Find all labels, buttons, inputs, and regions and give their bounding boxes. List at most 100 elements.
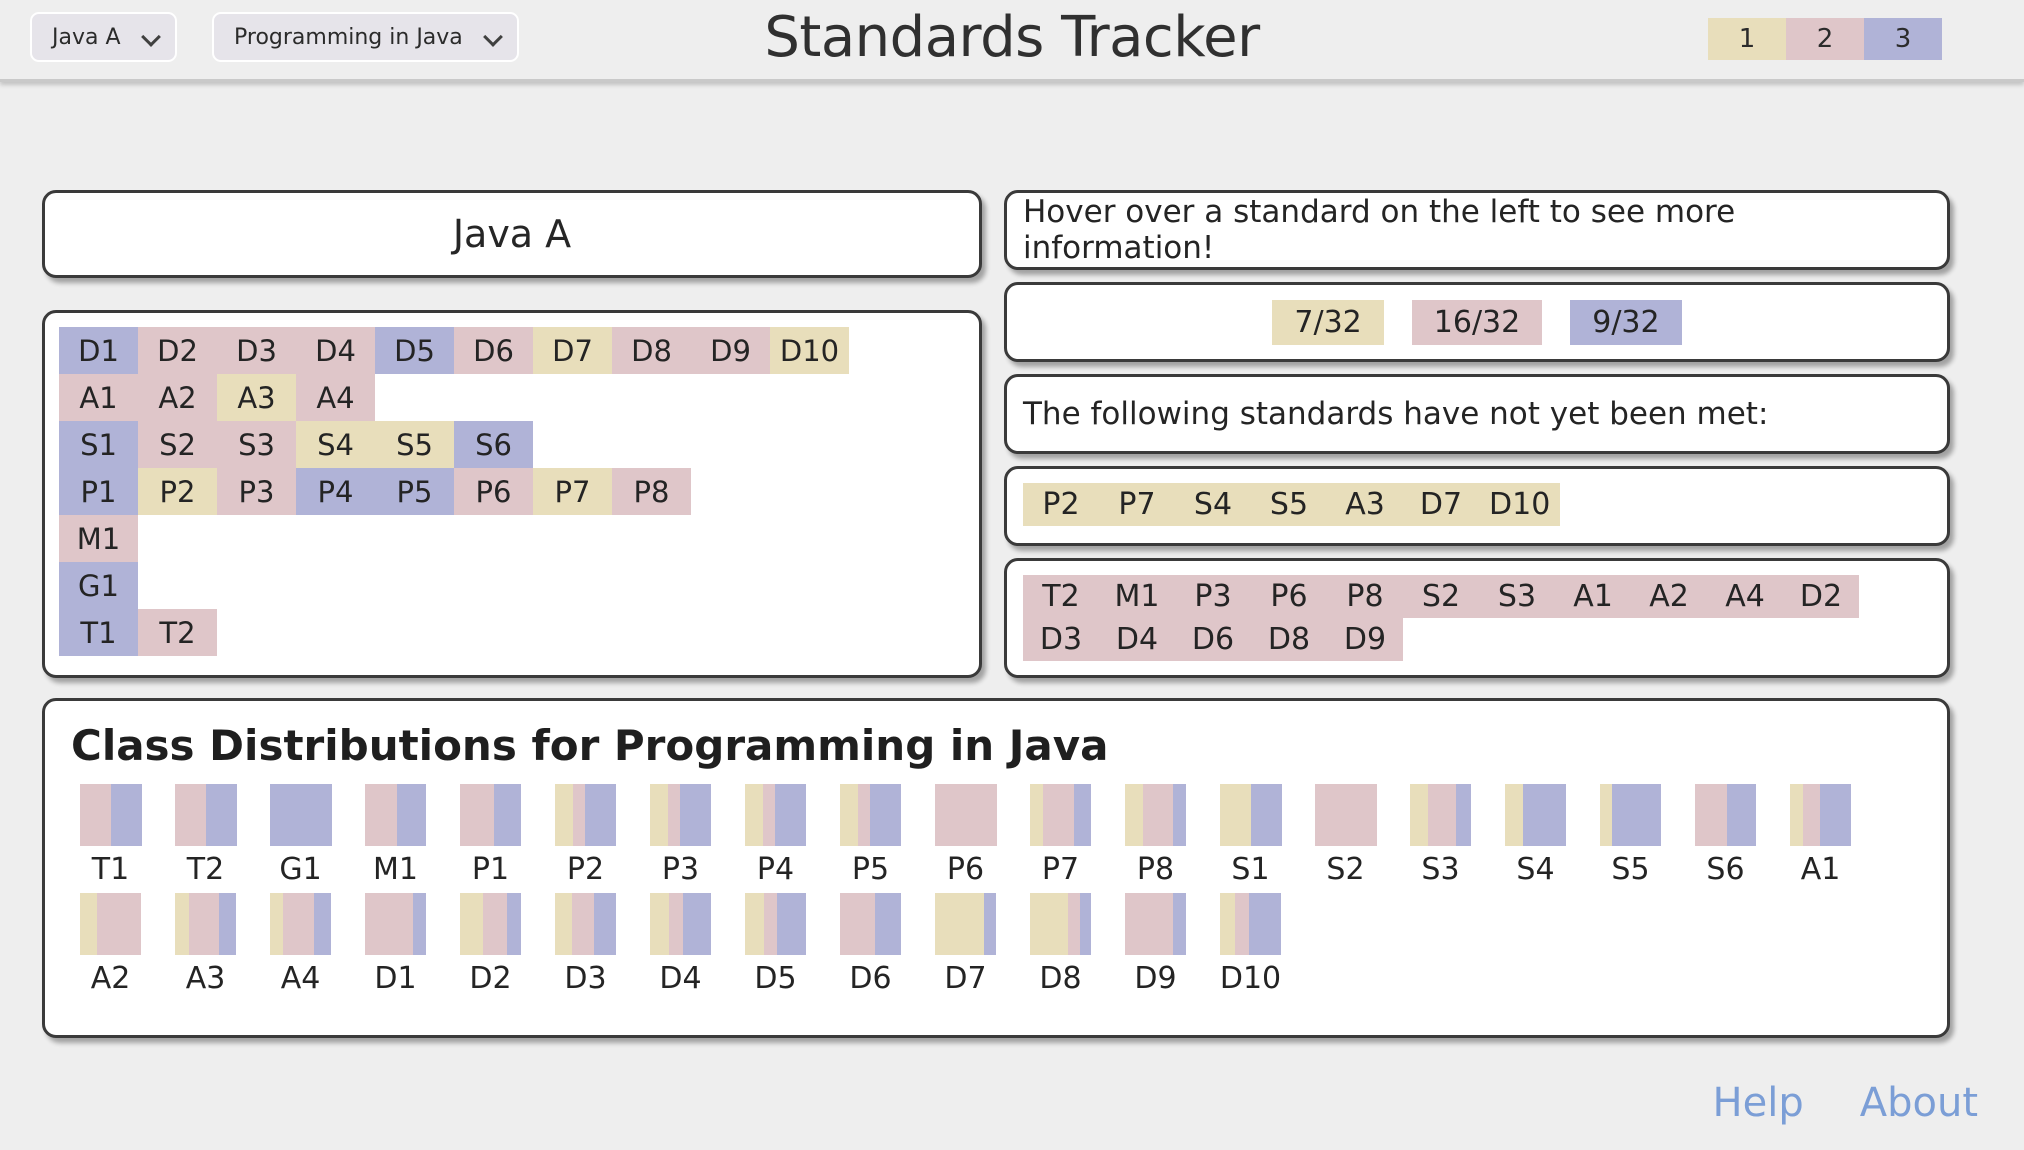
legend-chip-3[interactable]: 3: [1864, 18, 1942, 60]
standard-cell-P7[interactable]: P7: [533, 468, 612, 515]
course-select[interactable]: Programming in Java: [212, 12, 519, 62]
distribution-bar-A2[interactable]: [79, 893, 142, 955]
distribution-bar-M1[interactable]: [364, 784, 427, 846]
distribution-bar-P8[interactable]: [1124, 784, 1187, 846]
distribution-bar-A4[interactable]: [269, 893, 332, 955]
distribution-bar-P3[interactable]: [649, 784, 712, 846]
standard-cell-P8[interactable]: P8: [612, 468, 691, 515]
distribution-bar-P1[interactable]: [459, 784, 522, 846]
footer-link-help[interactable]: Help: [1713, 1080, 1804, 1126]
standard-cell-P5[interactable]: P5: [375, 468, 454, 515]
distribution-bar-S4[interactable]: [1504, 784, 1567, 846]
distribution-bar-D4[interactable]: [649, 893, 712, 955]
standard-cell-G1[interactable]: G1: [59, 562, 138, 609]
standard-cell-D1[interactable]: D1: [59, 327, 138, 374]
standard-cell-A4[interactable]: A4: [296, 374, 375, 421]
not-met-chip-D10[interactable]: D10: [1479, 483, 1561, 526]
not-met-chip-T2[interactable]: T2: [1023, 575, 1099, 618]
distribution-bar-P2[interactable]: [554, 784, 617, 846]
standard-cell-D3[interactable]: D3: [217, 327, 296, 374]
distribution-bar-D5[interactable]: [744, 893, 807, 955]
standard-cell-D2[interactable]: D2: [138, 327, 217, 374]
standard-cell-S3[interactable]: S3: [217, 421, 296, 468]
distribution-bar-D8[interactable]: [1029, 893, 1092, 955]
distribution-bar-P4[interactable]: [744, 784, 807, 846]
count-chip-level3[interactable]: 9/32: [1570, 299, 1682, 345]
distribution-item-P7: P7: [1013, 784, 1108, 887]
not-met-chip-P3[interactable]: P3: [1175, 575, 1251, 618]
distribution-bar-D10[interactable]: [1219, 893, 1282, 955]
not-met-chip-P6[interactable]: P6: [1251, 575, 1327, 618]
standard-cell-A3[interactable]: A3: [217, 374, 296, 421]
not-met-chip-P7[interactable]: P7: [1099, 483, 1175, 526]
distribution-item-D3: D3: [538, 893, 633, 996]
standard-cell-D10[interactable]: D10: [770, 327, 849, 374]
not-met-chip-S5[interactable]: S5: [1251, 483, 1327, 526]
count-chip-level1[interactable]: 7/32: [1272, 299, 1384, 345]
not-met-chip-A3[interactable]: A3: [1327, 483, 1403, 526]
standard-cell-S4[interactable]: S4: [296, 421, 375, 468]
distribution-bar-D7[interactable]: [934, 893, 997, 955]
not-met-chip-D6[interactable]: D6: [1175, 618, 1251, 661]
class-select[interactable]: Java A: [30, 12, 177, 62]
not-met-chip-D7[interactable]: D7: [1403, 483, 1479, 526]
standard-cell-T2[interactable]: T2: [138, 609, 217, 656]
not-met-chip-A2[interactable]: A2: [1631, 575, 1707, 618]
not-met-chip-S2[interactable]: S2: [1403, 575, 1479, 618]
distribution-bar-S2[interactable]: [1314, 784, 1377, 846]
standard-cell-P2[interactable]: P2: [138, 468, 217, 515]
legend-chip-1[interactable]: 1: [1708, 18, 1786, 60]
not-met-chip-A1[interactable]: A1: [1555, 575, 1631, 618]
distribution-label-D7: D7: [944, 961, 987, 996]
not-met-chip-D3[interactable]: D3: [1023, 618, 1099, 661]
standard-cell-S6[interactable]: S6: [454, 421, 533, 468]
footer-link-about[interactable]: About: [1860, 1080, 1978, 1126]
distribution-bar-D6[interactable]: [839, 893, 902, 955]
not-met-chip-D8[interactable]: D8: [1251, 618, 1327, 661]
distribution-bar-A3[interactable]: [174, 893, 237, 955]
standard-cell-P1[interactable]: P1: [59, 468, 138, 515]
distribution-bar-S5[interactable]: [1599, 784, 1662, 846]
standard-cell-D4[interactable]: D4: [296, 327, 375, 374]
not-met-chip-P2[interactable]: P2: [1023, 483, 1099, 526]
standard-cell-D5[interactable]: D5: [375, 327, 454, 374]
not-met-chip-S3[interactable]: S3: [1479, 575, 1555, 618]
distribution-bar-D9[interactable]: [1124, 893, 1187, 955]
standard-cell-M1[interactable]: M1: [59, 515, 138, 562]
not-met-chip-D2[interactable]: D2: [1783, 575, 1859, 618]
distribution-bar-P5[interactable]: [839, 784, 902, 846]
distribution-bar-D3[interactable]: [554, 893, 617, 955]
standard-cell-D9[interactable]: D9: [691, 327, 770, 374]
standard-cell-A2[interactable]: A2: [138, 374, 217, 421]
standard-cell-P3[interactable]: P3: [217, 468, 296, 515]
standard-cell-P6[interactable]: P6: [454, 468, 533, 515]
legend-chip-2[interactable]: 2: [1786, 18, 1864, 60]
not-met-chip-S4[interactable]: S4: [1175, 483, 1251, 526]
distribution-bar-G1[interactable]: [269, 784, 332, 846]
not-met-chip-D9[interactable]: D9: [1327, 618, 1403, 661]
standard-cell-D6[interactable]: D6: [454, 327, 533, 374]
distribution-bar-P7[interactable]: [1029, 784, 1092, 846]
distribution-bar-P6[interactable]: [934, 784, 997, 846]
standard-cell-S1[interactable]: S1: [59, 421, 138, 468]
distribution-bar-S6[interactable]: [1694, 784, 1757, 846]
distribution-bar-D1[interactable]: [364, 893, 427, 955]
standard-cell-S5[interactable]: S5: [375, 421, 454, 468]
not-met-chip-A4[interactable]: A4: [1707, 575, 1783, 618]
distribution-bar-S3[interactable]: [1409, 784, 1472, 846]
distribution-bar-T1[interactable]: [79, 784, 142, 846]
not-met-chip-M1[interactable]: M1: [1099, 575, 1175, 618]
standard-cell-T1[interactable]: T1: [59, 609, 138, 656]
standard-cell-D7[interactable]: D7: [533, 327, 612, 374]
distribution-bar-D2[interactable]: [459, 893, 522, 955]
standard-cell-A1[interactable]: A1: [59, 374, 138, 421]
standard-cell-D8[interactable]: D8: [612, 327, 691, 374]
distribution-bar-A1[interactable]: [1789, 784, 1852, 846]
count-chip-level2[interactable]: 16/32: [1411, 299, 1543, 345]
standard-cell-P4[interactable]: P4: [296, 468, 375, 515]
not-met-chip-P8[interactable]: P8: [1327, 575, 1403, 618]
distribution-bar-S1[interactable]: [1219, 784, 1282, 846]
standard-cell-S2[interactable]: S2: [138, 421, 217, 468]
distribution-bar-T2[interactable]: [174, 784, 237, 846]
not-met-chip-D4[interactable]: D4: [1099, 618, 1175, 661]
